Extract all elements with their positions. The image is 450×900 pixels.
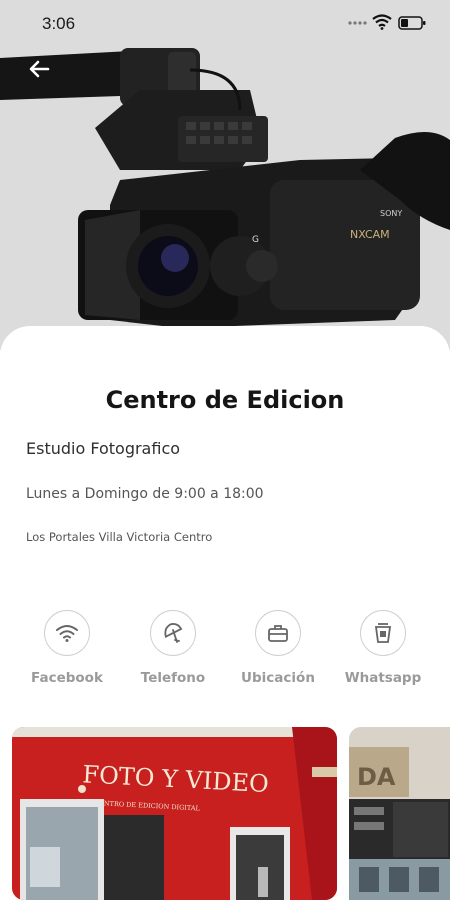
cup-icon (374, 623, 392, 643)
telefono-label: Telefono (140, 670, 206, 686)
gallery-photo-2[interactable]: DA (349, 727, 450, 900)
back-button[interactable] (24, 54, 54, 84)
business-name: Centro de Edicion (105, 386, 345, 414)
signal-dots-icon (348, 21, 367, 25)
ubicacion-icon-circle (255, 610, 301, 656)
shop-interior-image: DA (349, 727, 450, 900)
svg-text:DA: DA (357, 763, 396, 791)
ubicacion-label: Ubicación (241, 670, 315, 686)
battery-icon (398, 16, 426, 30)
svg-text:G: G (252, 235, 259, 245)
whatsapp-icon-circle (360, 610, 406, 656)
wifi-icon (56, 625, 78, 642)
business-category: Estudio Fotografico (26, 439, 181, 458)
business-hours: Lunes a Domingo de 9:00 a 18:00 (26, 486, 264, 502)
whatsapp-button[interactable]: Whatsapp (328, 610, 438, 686)
svg-text:NXCAM: NXCAM (350, 228, 390, 241)
wifi-status-icon (372, 14, 392, 30)
telefono-icon-circle (150, 610, 196, 656)
briefcase-icon (268, 625, 288, 642)
arrow-left-icon (29, 60, 50, 78)
umbrella-icon (164, 623, 183, 643)
facebook-label: Facebook (31, 670, 103, 686)
storefront-image: FOTO Y VIDEO CENTRO DE EDICION DIGITAL (12, 727, 337, 900)
gallery-photo-1[interactable]: FOTO Y VIDEO CENTRO DE EDICION DIGITAL (12, 727, 337, 900)
ubicacion-button[interactable]: Ubicación (223, 610, 333, 686)
svg-text:SONY: SONY (380, 209, 402, 218)
video-camera-image: NXCAM SONY G (0, 48, 450, 328)
telefono-button[interactable]: Telefono (118, 610, 228, 686)
status-time: 3:06 (42, 14, 76, 33)
contact-actions: Facebook Telefono Ubicación Whatsapp (0, 610, 450, 690)
facebook-button[interactable]: Facebook (12, 610, 122, 686)
hero-image: NXCAM SONY G (0, 0, 450, 350)
status-bar: 3:06 (0, 0, 450, 48)
whatsapp-label: Whatsapp (344, 670, 422, 686)
facebook-icon-circle (44, 610, 90, 656)
business-address: Los Portales Villa Victoria Centro (26, 530, 213, 544)
